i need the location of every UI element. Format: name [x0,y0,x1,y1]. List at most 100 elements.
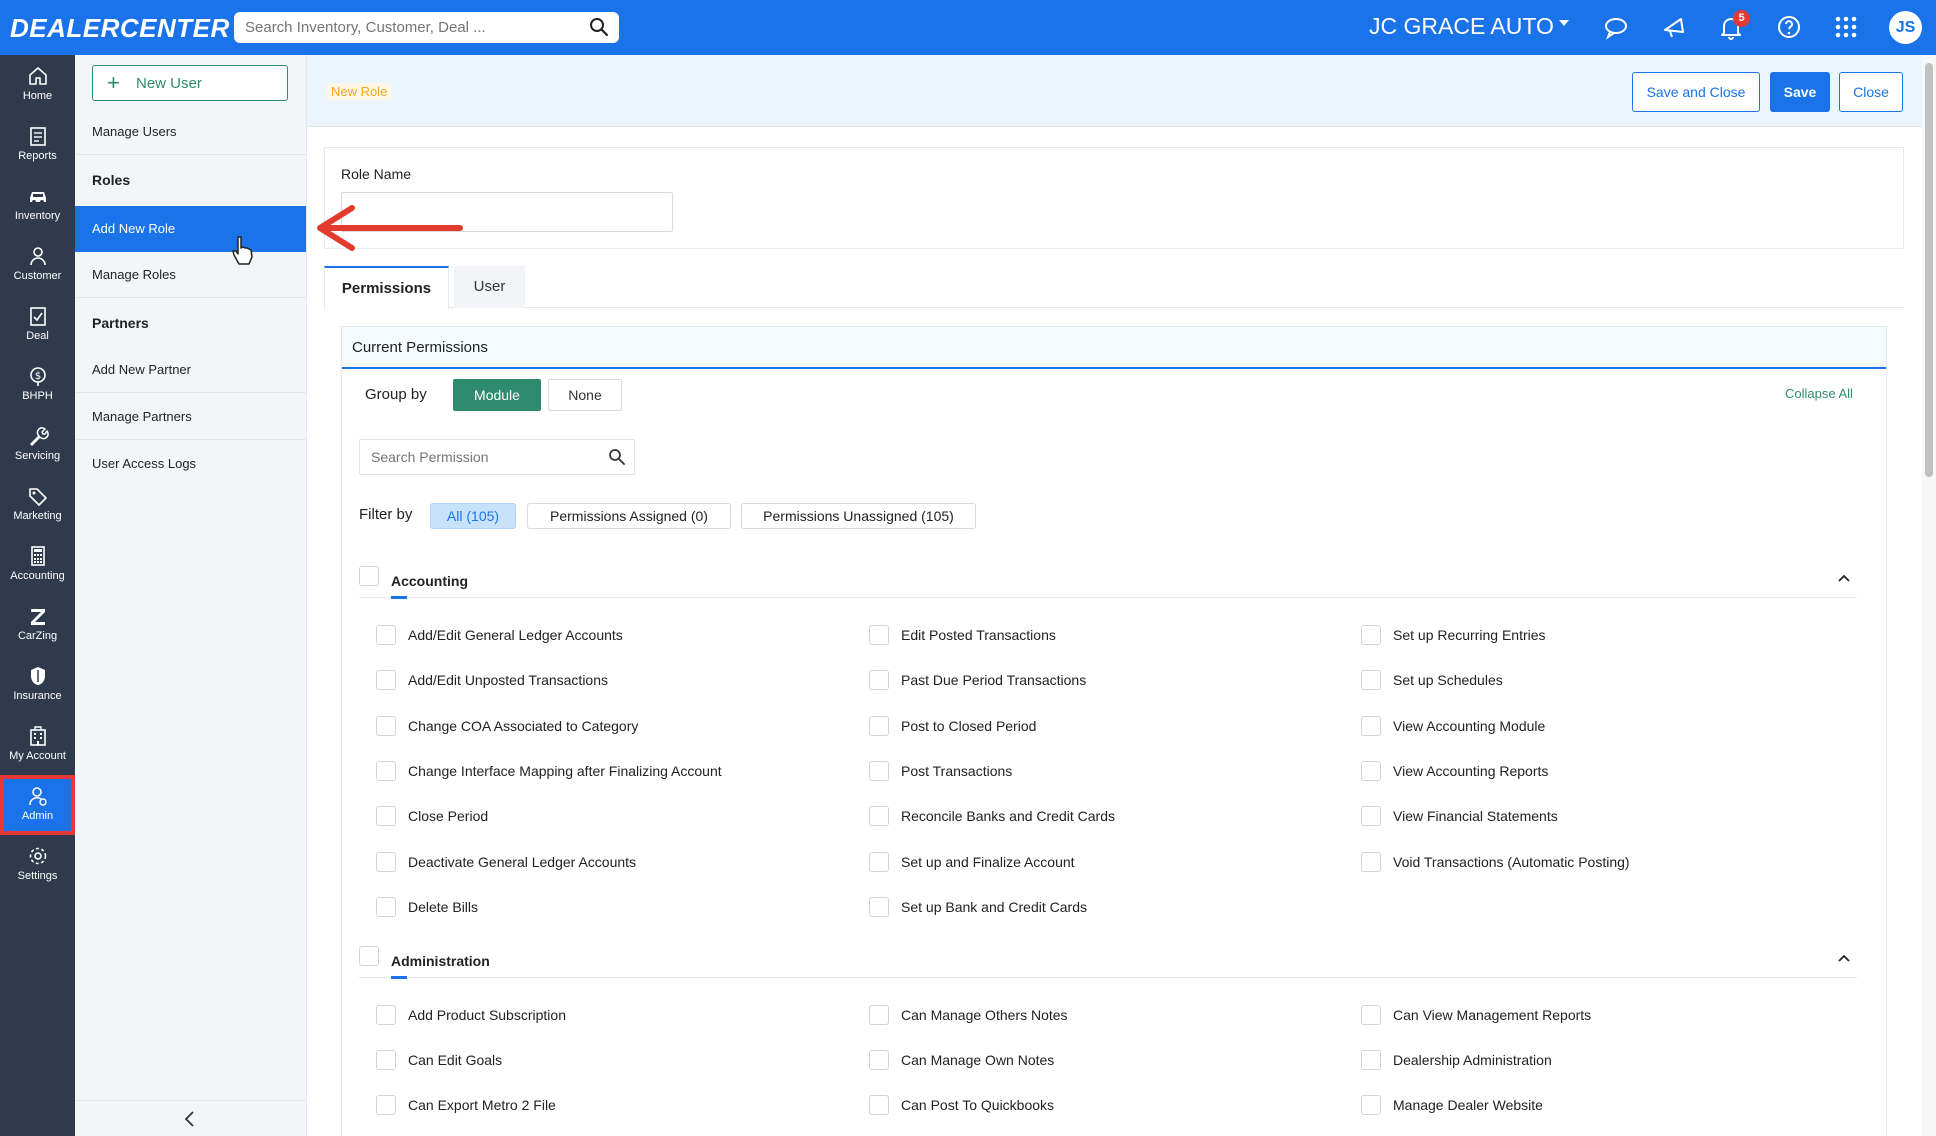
nav-deal[interactable]: Deal [0,295,75,355]
chevron-up-icon[interactable] [1837,573,1851,583]
permission-checkbox[interactable] [869,1005,889,1025]
permission-checkbox[interactable] [869,852,889,872]
permission-checkbox[interactable] [376,716,396,736]
nav-bhph[interactable]: $ BHPH [0,355,75,415]
permission-checkbox[interactable] [376,761,396,781]
section-select-all-checkbox[interactable] [359,566,379,586]
scrollbar-thumb[interactable] [1925,63,1933,477]
submenu-add-new-partner[interactable]: Add New Partner [75,347,306,393]
filter-all-chip[interactable]: All (105) [430,503,516,529]
tab-permissions[interactable]: Permissions [324,266,449,309]
nav-admin[interactable]: Admin [0,775,75,835]
nav-insurance[interactable]: Insurance [0,655,75,715]
role-name-label: Role Name [341,166,412,182]
nav-carzing[interactable]: CarZing [0,595,75,655]
tab-user[interactable]: User [454,266,525,308]
permission-checkbox[interactable] [869,670,889,690]
permission-search[interactable] [359,439,635,475]
section-accounting: Accounting Add/Edit General Ledger Accou… [359,563,1857,923]
permission-checkbox[interactable] [1361,1095,1381,1115]
filter-assigned-chip[interactable]: Permissions Assigned (0) [527,503,731,529]
permission-checkbox[interactable] [869,1050,889,1070]
deal-icon [29,307,46,326]
permission-checkbox[interactable] [869,716,889,736]
permission-checkbox[interactable] [869,806,889,826]
section-select-all-checkbox[interactable] [359,946,379,966]
permission-checkbox[interactable] [376,852,396,872]
permission-checkbox[interactable] [1361,1005,1381,1025]
nav-home[interactable]: Home [0,55,75,115]
search-icon[interactable] [589,17,609,42]
close-button[interactable]: Close [1839,72,1903,112]
permission-checkbox[interactable] [1361,625,1381,645]
nav-customer[interactable]: Customer [0,235,75,295]
dealercenter-logo[interactable]: DEALERCENTER [10,13,230,44]
permission-checkbox[interactable] [376,1095,396,1115]
permission-checkbox[interactable] [869,1095,889,1115]
filter-by-label: Filter by [359,506,413,523]
admin-submenu: + New User Manage Users Roles Add New Ro… [75,55,307,1136]
new-user-button[interactable]: + New User [92,65,288,101]
group-by-module-button[interactable]: Module [453,379,541,411]
save-button[interactable]: Save [1770,72,1830,112]
nav-my-account[interactable]: My Account [0,715,75,775]
megaphone-icon[interactable] [1661,14,1687,40]
person-icon [29,247,46,266]
permission-checkbox[interactable] [376,806,396,826]
filter-unassigned-chip[interactable]: Permissions Unassigned (105) [741,503,976,529]
permission-checkbox[interactable] [1361,761,1381,781]
nav-accounting[interactable]: Accounting [0,535,75,595]
permission-checkbox[interactable] [1361,716,1381,736]
submenu-manage-partners[interactable]: Manage Partners [75,394,306,440]
dealer-selector[interactable]: JC GRACE AUTO [1369,13,1554,40]
section-header: Accounting [359,563,1857,599]
permission-checkbox[interactable] [869,897,889,917]
user-avatar[interactable]: JS [1889,11,1922,44]
permission-checkbox[interactable] [869,761,889,781]
calculator-icon [30,546,45,566]
nav-servicing[interactable]: Servicing [0,415,75,475]
apps-grid-icon[interactable] [1833,14,1859,40]
left-navigation: Home Reports Inventory Customer Deal $ B… [0,55,75,1136]
save-and-close-button[interactable]: Save and Close [1632,72,1760,112]
page-header: New Role Save and Close Save Close [307,55,1922,127]
submenu-user-access-logs[interactable]: User Access Logs [75,441,306,487]
permission-checkbox[interactable] [869,625,889,645]
submenu-heading-roles: Roles [92,172,131,188]
permission-checkbox[interactable] [376,1050,396,1070]
collapse-all-link[interactable]: Collapse All [1785,386,1853,401]
chevron-up-icon[interactable] [1837,953,1851,963]
permission-checkbox[interactable] [1361,670,1381,690]
chat-icon[interactable] [1603,14,1629,40]
notification-badge: 5 [1733,10,1750,27]
permission-checkbox[interactable] [376,670,396,690]
chevron-left-icon [184,1111,194,1127]
group-by-label: Group by [365,386,427,403]
top-bar: DEALERCENTER JC GRACE AUTO 5 JS [0,0,1936,55]
permission-checkbox[interactable] [376,625,396,645]
nav-inventory[interactable]: Inventory [0,175,75,235]
search-icon[interactable] [608,448,626,471]
section-underline [391,976,407,979]
permission-checkbox[interactable] [1361,1050,1381,1070]
annotation-arrow-icon [317,205,463,251]
help-icon[interactable] [1776,14,1802,40]
permission-checkbox[interactable] [376,897,396,917]
nav-marketing[interactable]: Marketing [0,475,75,535]
page-scrollbar[interactable] [1922,55,1936,1136]
global-search[interactable] [234,12,619,43]
collapse-submenu-button[interactable] [75,1100,306,1136]
nav-reports[interactable]: Reports [0,115,75,175]
permission-search-input[interactable] [360,440,590,474]
nav-settings[interactable]: Settings [0,835,75,895]
group-by-none-button[interactable]: None [548,379,622,411]
chevron-down-icon[interactable] [1559,20,1569,26]
submenu-add-new-role[interactable]: Add New Role [75,206,306,252]
submenu-manage-users[interactable]: Manage Users [75,109,306,155]
global-search-input[interactable] [234,12,564,43]
permission-checkbox[interactable] [376,1005,396,1025]
wrench-icon [29,427,49,446]
permission-checkbox[interactable] [1361,806,1381,826]
permission-checkbox[interactable] [1361,852,1381,872]
submenu-manage-roles[interactable]: Manage Roles [75,252,306,298]
